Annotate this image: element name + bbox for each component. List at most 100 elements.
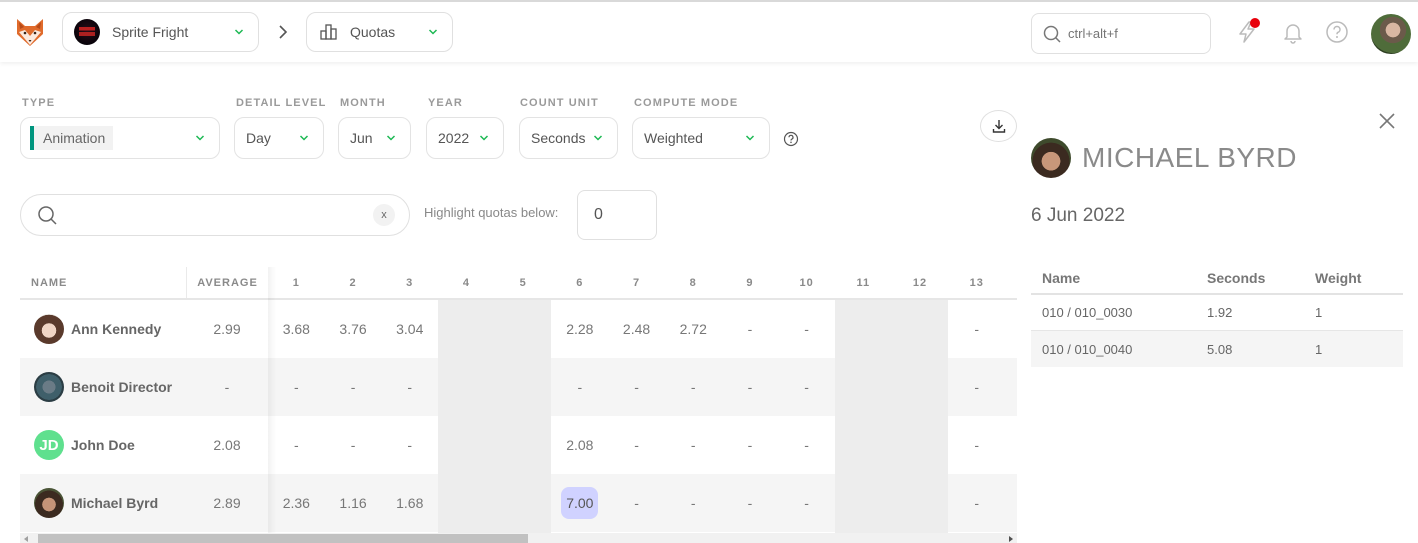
weekend-column [494, 300, 552, 543]
detail-row[interactable]: 010 / 010_0040 5.08 1 [1031, 331, 1403, 367]
quota-cell: - [350, 379, 356, 395]
quota-cell: - [407, 437, 413, 453]
year-value: 2022 [438, 130, 470, 146]
quota-cell[interactable]: 2.08 [552, 416, 609, 474]
quota-cell[interactable]: 2.48 [608, 300, 665, 358]
weekend-column [835, 300, 892, 543]
search-icon [36, 204, 58, 226]
column-header-day[interactable]: 11 [835, 267, 892, 298]
clear-search-button[interactable]: x [373, 204, 395, 226]
column-header-day[interactable]: 1 [268, 267, 325, 298]
chevron-down-icon [195, 133, 205, 143]
column-header-day[interactable]: 3 [381, 267, 438, 298]
chevron-right-icon [277, 24, 289, 40]
download-button[interactable] [980, 110, 1017, 142]
year-select[interactable]: 2022 [426, 117, 504, 159]
column-header-day[interactable]: 6 [552, 267, 609, 298]
type-select[interactable]: Animation [20, 117, 220, 159]
quota-cell: - [690, 495, 696, 511]
quota-cell[interactable]: 7.00 [552, 474, 609, 532]
scroll-right-arrow[interactable] [1009, 536, 1013, 542]
person-cell[interactable]: Ann Kennedy [20, 300, 186, 358]
close-panel-button[interactable] [1377, 111, 1397, 131]
table-header: NAME AVERAGE 1 2 3 4 5 6 7 8 9 10 11 12 13 [20, 267, 1017, 300]
quota-cell[interactable]: 3.04 [381, 300, 438, 358]
global-search[interactable] [1031, 13, 1211, 54]
horizontal-scrollbar[interactable] [20, 533, 1017, 543]
column-header-day[interactable]: 4 [438, 267, 495, 298]
avatar [34, 372, 64, 402]
detail-row[interactable]: 010 / 010_0030 1.92 1 [1031, 295, 1403, 331]
detail-shot-name[interactable]: 010 / 010_0040 [1031, 342, 1197, 357]
quota-cell: - [634, 437, 639, 453]
column-header-day[interactable]: 2 [325, 267, 382, 298]
count-unit-select[interactable]: Seconds [519, 117, 618, 159]
scroll-left-arrow[interactable] [24, 536, 28, 542]
column-header-day[interactable]: 5 [495, 267, 552, 298]
kitsu-fox-logo[interactable] [14, 16, 46, 48]
quotas-table: NAME AVERAGE 1 2 3 4 5 6 7 8 9 10 11 12 13 Ann Kenne… [20, 267, 1017, 543]
person-name[interactable]: Michael Byrd [71, 495, 158, 511]
production-thumbnail [74, 19, 100, 45]
detail-shot-name[interactable]: 010 / 010_0030 [1031, 305, 1197, 320]
user-avatar[interactable] [1371, 14, 1411, 54]
detail-weight: 1 [1315, 341, 1323, 357]
selected-quota-value[interactable]: 7.00 [561, 487, 599, 519]
section-name: Quotas [350, 24, 396, 40]
average-cell: - [224, 379, 230, 395]
quota-cell[interactable]: 1.16 [325, 474, 382, 532]
column-header-average[interactable]: AVERAGE [186, 267, 268, 298]
scrollbar-thumb[interactable] [38, 534, 528, 543]
month-select[interactable]: Jun [338, 117, 411, 159]
quota-cell: - [974, 495, 980, 511]
help-icon[interactable] [1325, 20, 1349, 44]
quota-cell: - [747, 437, 753, 453]
column-header-day[interactable]: 13 [948, 267, 1005, 298]
quota-cell: - [294, 437, 299, 453]
global-search-input[interactable] [1068, 26, 1198, 41]
section-select[interactable]: Quotas [306, 12, 453, 52]
notification-dot [1250, 18, 1260, 28]
column-header-name[interactable]: NAME [20, 267, 186, 298]
highlight-threshold-input[interactable] [577, 190, 657, 240]
column-header-day[interactable]: 7 [608, 267, 665, 298]
column-header-day[interactable]: 8 [665, 267, 722, 298]
chevron-down-icon [428, 27, 438, 37]
quota-cell[interactable]: 1.68 [381, 474, 438, 532]
quota-cell[interactable]: 3.68 [268, 300, 325, 358]
person-name[interactable]: John Doe [71, 437, 135, 453]
quota-cell: - [804, 495, 809, 511]
quota-cell[interactable]: 2.36 [268, 474, 325, 532]
highlight-label: Highlight quotas below: [424, 205, 559, 220]
count-unit-value: Seconds [531, 130, 586, 146]
month-value: Jun [350, 130, 373, 146]
detail-level-select[interactable]: Day [234, 117, 324, 159]
bolt-icon[interactable] [1235, 18, 1260, 44]
person-search-input[interactable] [66, 207, 373, 223]
column-header-day[interactable]: 10 [778, 267, 835, 298]
quota-cell: - [294, 379, 299, 395]
quota-cell: - [634, 495, 639, 511]
month-label: MONTH [340, 97, 386, 109]
compute-mode-select[interactable]: Weighted [632, 117, 770, 159]
quota-cell: - [974, 379, 980, 395]
quota-cell: - [974, 437, 980, 453]
compute-mode-value: Weighted [644, 130, 703, 146]
detail-column-seconds: Seconds [1207, 269, 1266, 286]
quota-cell: - [747, 321, 753, 337]
production-select[interactable]: Sprite Fright [62, 12, 259, 52]
column-header-day[interactable]: 9 [722, 267, 779, 298]
bell-icon[interactable] [1281, 20, 1305, 44]
person-search[interactable]: x [20, 194, 410, 236]
average-cell: 2.08 [213, 437, 241, 453]
person-cell[interactable]: Michael Byrd [20, 474, 186, 532]
quota-cell[interactable]: 2.28 [552, 300, 609, 358]
person-name[interactable]: Benoit Director [71, 379, 172, 395]
quota-cell[interactable]: 2.72 [665, 300, 722, 358]
person-name[interactable]: Ann Kennedy [71, 321, 161, 337]
person-cell[interactable]: Benoit Director [20, 358, 186, 416]
quota-cell[interactable]: 3.76 [325, 300, 382, 358]
column-header-day[interactable]: 12 [892, 267, 949, 298]
person-cell[interactable]: JD John Doe [20, 416, 186, 474]
compute-mode-help-icon[interactable] [783, 131, 799, 147]
